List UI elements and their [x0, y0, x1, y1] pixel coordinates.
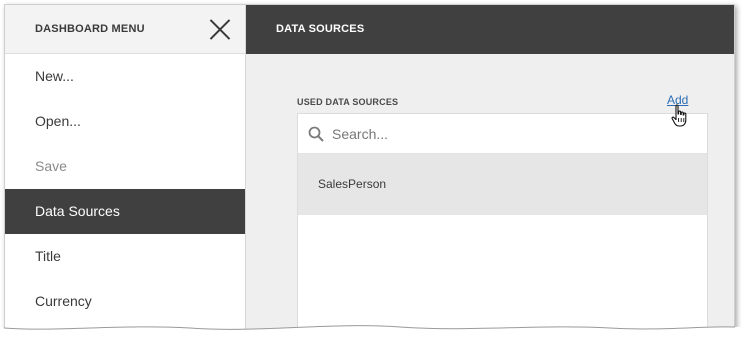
dashboard-window: DASHBOARD MENU New... Open... Save Data …	[4, 4, 735, 334]
panel-header: DATA SOURCES	[246, 5, 734, 54]
menu-item-data-sources[interactable]: Data Sources	[5, 189, 245, 234]
menu-item-save[interactable]: Save	[5, 144, 245, 189]
menu-item-new[interactable]: New...	[5, 54, 245, 99]
menu-title: DASHBOARD MENU	[35, 23, 145, 35]
data-source-item[interactable]: SalesPerson	[298, 154, 707, 215]
data-sources-panel: DATA SOURCES USED DATA SOURCES Add Sales…	[246, 5, 734, 333]
search-row	[298, 114, 707, 154]
used-data-sources-label: USED DATA SOURCES	[297, 97, 399, 107]
search-input[interactable]	[332, 122, 692, 146]
menu-item-open[interactable]: Open...	[5, 99, 245, 144]
panel-title: DATA SOURCES	[276, 23, 365, 35]
menu-header: DASHBOARD MENU	[5, 5, 245, 54]
close-icon[interactable]	[208, 18, 232, 42]
torn-edge	[0, 325, 746, 346]
dashboard-menu: DASHBOARD MENU New... Open... Save Data …	[5, 5, 246, 333]
search-icon	[308, 126, 324, 142]
data-source-list: SalesPerson	[297, 113, 708, 333]
menu-item-title[interactable]: Title	[5, 234, 245, 279]
hand-cursor-icon	[671, 104, 687, 127]
